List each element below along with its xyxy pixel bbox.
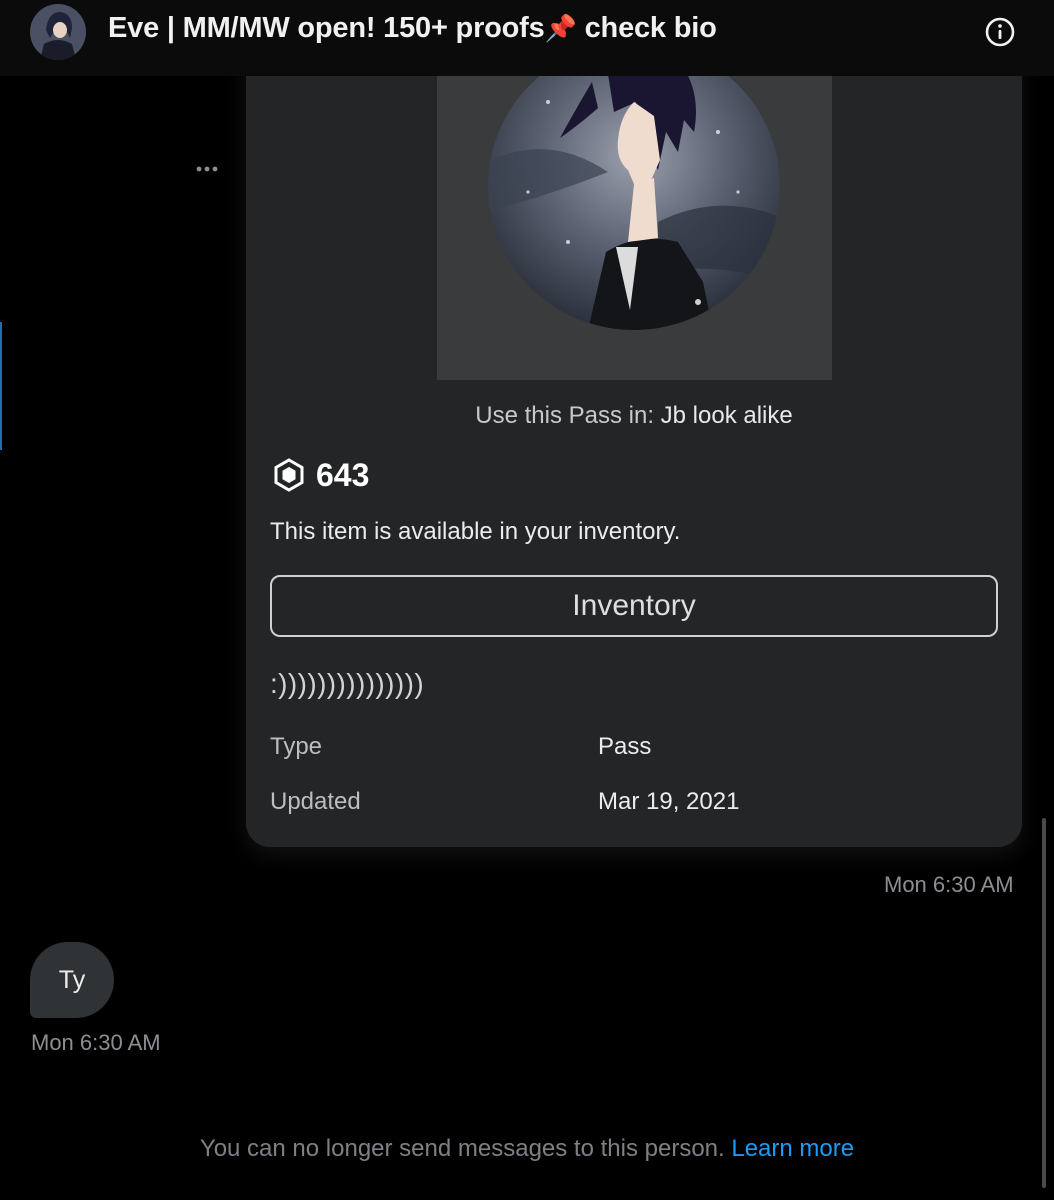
inventory-button[interactable]: Inventory [270,575,998,637]
use-pass-text: Use this Pass in: Jb look alike [246,402,1022,430]
received-message-timestamp: Mon 6:30 AM [31,1030,161,1055]
avatar-image [30,4,86,60]
learn-more-link[interactable]: Learn more [731,1135,854,1162]
price-row: 643 [272,455,369,495]
focus-indicator [0,322,2,450]
item-description: :))))))))))))))) [270,668,425,699]
info-icon[interactable] [984,16,1016,48]
avatar[interactable] [30,4,86,60]
cannot-message-notice: You can no longer send messages to this … [0,1135,1054,1163]
use-pass-label: Use this Pass in: [475,402,661,429]
scrollbar[interactable] [1042,818,1046,1188]
type-value: Pass [598,733,652,760]
updated-value: Mar 19, 2021 [598,788,740,815]
title-suffix: check bio [576,12,717,44]
more-horizontal-icon[interactable] [188,150,226,188]
shared-item-card[interactable]: Use this Pass in: Jb look alike 643 This… [246,40,1022,847]
robux-icon [274,458,304,492]
conversation-header: Eve | MM/MW open! 150+ proofs📌 check bio [0,0,1054,76]
pushpin-icon: 📌 [544,13,577,43]
notice-text: You can no longer send messages to this … [199,1135,725,1162]
title-text: Eve | MM/MW open! 150+ proofs [108,12,545,44]
sent-message-timestamp: Mon 6:30 AM [884,872,1014,897]
type-label: Type [270,733,323,760]
anime-character-image [488,42,780,330]
game-name: Jb look alike [660,402,793,429]
received-message-bubble[interactable]: Ty [30,942,114,1018]
availability-text: This item is available in your inventory… [270,518,681,545]
pass-thumbnail [437,40,832,380]
price-value: 643 [316,456,370,493]
conversation-title[interactable]: Eve | MM/MW open! 150+ proofs📌 check bio [108,12,717,45]
updated-label: Updated [270,788,361,815]
pass-image [488,42,780,330]
